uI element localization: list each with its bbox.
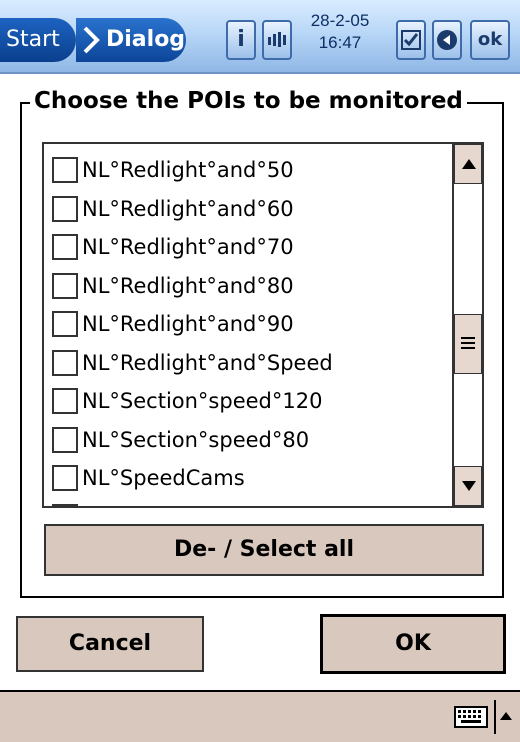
- scroll-down-button[interactable]: [454, 466, 482, 506]
- list-item[interactable]: NL°Redlight°and°Speed: [52, 345, 333, 381]
- list-item[interactable]: NL°Section°speed°120: [52, 383, 322, 419]
- title-bar: Start Dialog i 28-2-05 16:47 ok: [0, 0, 520, 74]
- list-item[interactable]: NL°Redlight°and°50: [52, 152, 294, 188]
- list-item[interactable]: NL°SpeedCams: [52, 460, 245, 496]
- clock[interactable]: 28-2-05 16:47: [300, 10, 380, 54]
- checkbox[interactable]: [52, 349, 78, 376]
- list-item-label: NL°Section°speed°120: [82, 389, 323, 413]
- ok-icon[interactable]: ok: [470, 20, 510, 60]
- scroll-up-button[interactable]: [454, 144, 482, 184]
- list-item-clipped[interactable]: [52, 499, 82, 506]
- checkbox[interactable]: [52, 234, 78, 260]
- checkbox[interactable]: [52, 426, 78, 453]
- list-item-label: NL°Redlight°and°60: [82, 196, 294, 221]
- triangle-up-icon: [462, 159, 476, 169]
- menu-bar: [0, 690, 520, 742]
- volume-bars: [268, 32, 286, 47]
- checkbox[interactable]: [52, 157, 78, 183]
- clock-date: 28-2-05: [310, 11, 370, 30]
- triangle-up-small-icon: [500, 712, 512, 720]
- cancel-button[interactable]: Cancel: [16, 616, 204, 672]
- list-item-label: NL°Redlight°and°80: [82, 273, 294, 298]
- list-item-label: NL°Redlight°and°90: [82, 312, 294, 336]
- list-item[interactable]: NL°Section°speed°80: [52, 422, 309, 458]
- list-item-label: NL°Redlight°and°Speed: [82, 350, 333, 375]
- list-item[interactable]: NL°Redlight°and°60: [52, 191, 294, 227]
- checkbox[interactable]: [52, 465, 78, 491]
- checkbox[interactable]: [52, 503, 78, 506]
- scroll-thumb[interactable]: [454, 314, 482, 374]
- poi-list[interactable]: NL°Redlight°and°50 NL°Redlight°and°60 NL°R…: [42, 142, 484, 508]
- checkbox[interactable]: [52, 272, 78, 299]
- checklist-icon[interactable]: [396, 20, 426, 60]
- app-title: Dialog: [106, 27, 186, 52]
- back-arrow-glyph: [437, 30, 457, 50]
- app-title-wrapper: Dialog: [76, 18, 186, 62]
- group-title: Choose the POIs to be monitored: [30, 88, 467, 114]
- list-item[interactable]: NL°Redlight°and°90: [52, 306, 294, 342]
- volume-icon[interactable]: [262, 20, 292, 60]
- start-button[interactable]: Start: [0, 18, 76, 62]
- list-item[interactable]: NL°Redlight°and°70: [52, 229, 294, 265]
- list-item-label: NL°SpeedCams: [82, 466, 245, 490]
- list-item[interactable]: NL°Redlight°and°80: [52, 268, 294, 304]
- dialog-content: Choose the POIs to be monitored NL°Redli…: [0, 74, 520, 689]
- chevron-right-icon: [83, 26, 100, 54]
- select-all-button[interactable]: De- / Select all: [44, 524, 484, 576]
- grip-icon: [461, 337, 475, 349]
- info-icon[interactable]: i: [226, 20, 256, 60]
- sip-up-arrow-icon[interactable]: [494, 700, 518, 734]
- triangle-down-icon: [462, 481, 476, 491]
- clock-time: 16:47: [318, 33, 362, 52]
- checkbox[interactable]: [52, 311, 78, 337]
- checkbox-glyph: [401, 30, 421, 50]
- checkbox[interactable]: [52, 195, 78, 222]
- list-item-label: NL°Redlight°and°70: [82, 235, 294, 259]
- back-arrow-icon[interactable]: [432, 20, 462, 60]
- ok-button[interactable]: OK: [320, 614, 506, 674]
- keyboard-icon[interactable]: [454, 706, 488, 728]
- list-item-label: NL°Redlight°and°50: [82, 158, 294, 182]
- list-scrollbar[interactable]: [452, 144, 482, 506]
- list-item-label: NL°Section°speed°80: [82, 427, 310, 452]
- checkbox[interactable]: [52, 388, 78, 414]
